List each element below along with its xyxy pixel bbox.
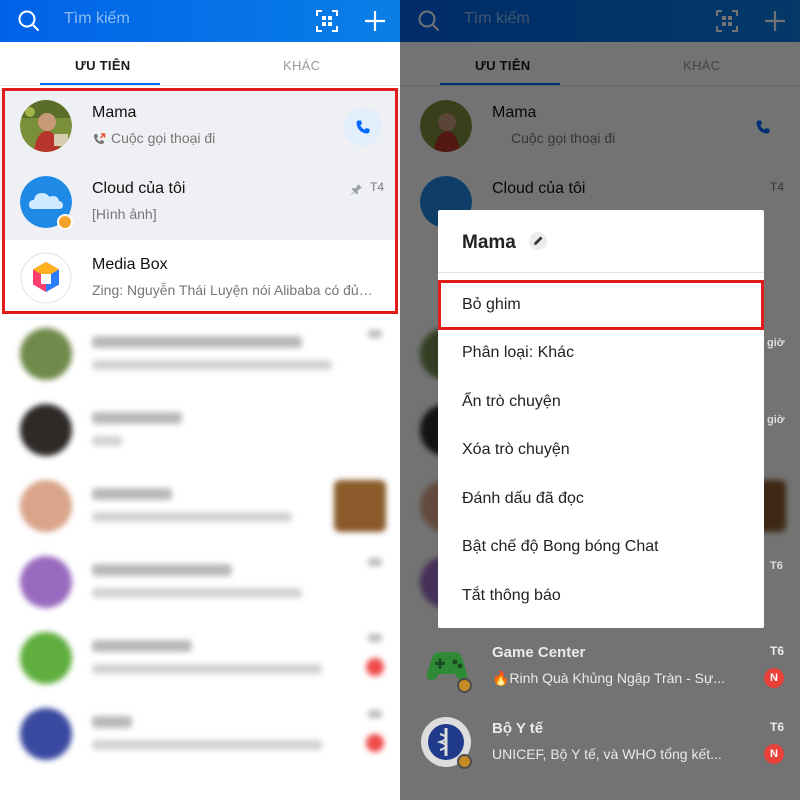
tab-other[interactable]: KHÁC (283, 58, 320, 73)
menu-item-categorize[interactable]: Phân loại: Khác (462, 344, 574, 362)
menu-item-delete-chat[interactable]: Xóa trò chuyện (462, 441, 570, 459)
call-button[interactable] (344, 108, 382, 146)
qr-code-icon[interactable] (312, 6, 342, 36)
avatar (20, 708, 72, 760)
conversation-time: T4 (369, 180, 384, 194)
verified-badge-icon (57, 214, 73, 230)
chat-list-screen: Tìm kiếm ƯU TIÊN KHÁC Mama Cuộc gọi thoạ… (0, 0, 400, 800)
conversation-name: Game Center (492, 644, 586, 661)
conversation-row-game-center[interactable]: Game Center 🔥Rinh Quà Khủng Ngập Tràn - … (400, 628, 800, 704)
tab-bar: ƯU TIÊN KHÁC (0, 42, 400, 86)
avatar (20, 404, 72, 456)
avatar (20, 632, 72, 684)
media-box-logo-icon (20, 252, 72, 304)
menu-divider (438, 272, 764, 273)
conversation-name: Media Box (92, 256, 168, 273)
peek-time: giờ (767, 337, 785, 349)
conversation-name: Mama (92, 104, 137, 121)
verified-badge-icon (457, 754, 472, 769)
edit-pencil-icon[interactable] (528, 231, 548, 251)
context-menu: Mama Bỏ ghim Phân loại: Khác Ẩn trò chuy… (438, 210, 764, 628)
unpin-highlight (438, 280, 764, 330)
conversation-row[interactable] (0, 696, 400, 772)
conversation-row-mama[interactable]: Mama Cuộc gọi thoại đi (0, 88, 400, 164)
avatar (20, 100, 72, 152)
peek-time: giờ (767, 414, 785, 426)
verified-badge-icon (457, 678, 472, 693)
menu-title: Mama (462, 232, 516, 253)
avatar (20, 556, 72, 608)
conversation-row[interactable] (0, 620, 400, 696)
new-badge: N (764, 744, 784, 764)
conversation-time: T6 (769, 720, 784, 734)
conversation-name: Bộ Y tế (492, 720, 544, 737)
conversation-preview: [Hình ảnh] (92, 206, 157, 222)
tab-active-indicator (40, 83, 160, 85)
tab-priority[interactable]: ƯU TIÊN (75, 58, 131, 73)
conversation-preview: Zing: Nguyễn Thái Luyện nói Alibaba có đ… (92, 282, 373, 298)
conversation-row[interactable] (0, 544, 400, 620)
search-input[interactable]: Tìm kiếm (64, 10, 130, 28)
peek-time: T6 (770, 560, 783, 572)
avatar (20, 328, 72, 380)
conversation-row-cloud[interactable]: Cloud của tôi [Hình ảnh] T4 (0, 164, 400, 240)
conversation-row-bo-y-te[interactable]: Bộ Y tế UNICEF, Bộ Y tế, và WHO tổng kết… (400, 704, 800, 780)
menu-item-mute[interactable]: Tắt thông báo (462, 587, 561, 605)
menu-item-chat-bubble[interactable]: Bật chế độ Bong bóng Chat (462, 538, 659, 556)
phone-icon (356, 120, 370, 134)
conversation-name: Cloud của tôi (92, 180, 186, 197)
avatar (20, 480, 72, 532)
conversation-time: T6 (769, 644, 784, 658)
search-icon[interactable] (14, 6, 44, 36)
conversation-row-media-box[interactable]: Media Box Zing: Nguyễn Thái Luyện nói Al… (0, 240, 400, 316)
top-bar: Tìm kiếm (0, 0, 400, 42)
chat-list-context-menu-screen: Tìm kiếm ƯU TIÊN KHÁC Mama Cuộc gọi thoạ… (400, 0, 800, 800)
outgoing-call-icon (94, 133, 106, 144)
conversation-preview: 🔥Rinh Quà Khủng Ngập Tràn - Sự... (492, 670, 726, 686)
conversation-preview: Cuộc gọi thoại đi (111, 130, 216, 146)
conversation-row[interactable] (0, 392, 400, 468)
add-icon[interactable] (360, 6, 390, 36)
pin-icon (351, 184, 362, 195)
menu-item-hide-chat[interactable]: Ẩn trò chuyện (462, 393, 561, 411)
conversation-row[interactable] (0, 316, 400, 392)
conversation-preview: UNICEF, Bộ Y tế, và WHO tổng kết... (492, 746, 722, 762)
menu-item-mark-read[interactable]: Đánh dấu đã đọc (462, 490, 584, 508)
conversation-row[interactable] (0, 468, 400, 544)
new-badge: N (764, 668, 784, 688)
